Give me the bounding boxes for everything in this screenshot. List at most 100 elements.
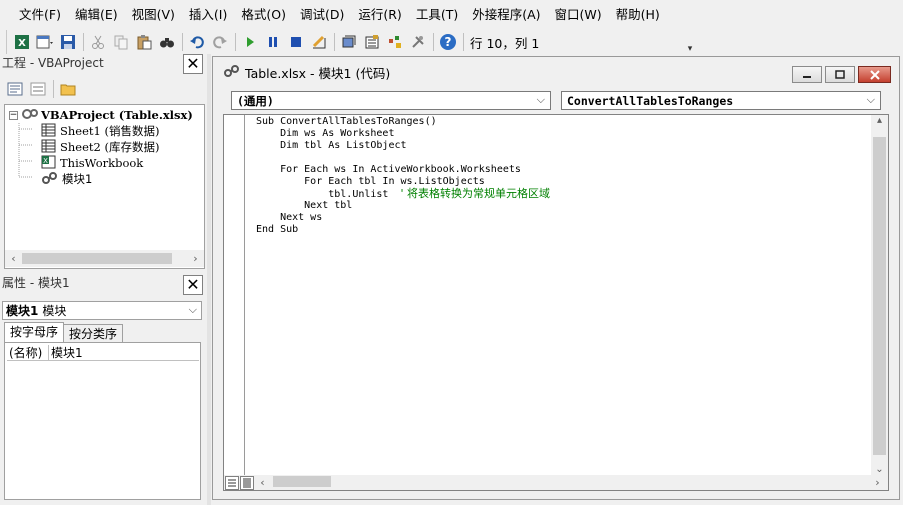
- run-icon[interactable]: [239, 31, 261, 53]
- code-text: Dim tbl As ListObject: [256, 140, 407, 151]
- menu-item[interactable]: 编辑(E): [68, 0, 125, 29]
- window-controls: [789, 66, 891, 83]
- code-line[interactable]: Next ws: [256, 212, 550, 224]
- tab-categorized[interactable]: 按分类序: [64, 324, 124, 342]
- minimize-button[interactable]: [792, 66, 822, 83]
- tree-item-thisworkbook[interactable]: X ThisWorkbook: [41, 155, 143, 171]
- worksheet-icon: [41, 139, 57, 156]
- code-text: Sub ConvertAllTablesToRanges(): [256, 116, 437, 127]
- paste-icon[interactable]: [133, 31, 155, 53]
- redo-icon[interactable]: [209, 31, 231, 53]
- property-value[interactable]: 模块1: [49, 345, 83, 360]
- scroll-right-icon[interactable]: ›: [187, 252, 204, 265]
- scroll-right-icon[interactable]: ›: [869, 476, 886, 489]
- insert-userform-icon[interactable]: [34, 31, 56, 53]
- toolbar-options-icon[interactable]: ▾: [685, 30, 695, 54]
- code-window-title: Table.xlsx - 模块1 (代码): [245, 65, 391, 81]
- excel-view-icon[interactable]: X: [11, 31, 33, 53]
- procedure-view-icon[interactable]: [225, 475, 239, 490]
- tree-item-sheet1[interactable]: Sheet1 (销售数据): [41, 123, 159, 139]
- panel-splitter[interactable]: [207, 54, 211, 505]
- code-line[interactable]: For Each ws In ActiveWorkbook.Worksheets: [256, 164, 550, 176]
- menu-item[interactable]: 视图(V): [125, 0, 182, 29]
- code-line[interactable]: Dim tbl As ListObject: [256, 140, 550, 152]
- scroll-up-icon[interactable]: ▴: [871, 115, 888, 126]
- reset-icon[interactable]: [285, 31, 307, 53]
- maximize-button[interactable]: [825, 66, 855, 83]
- save-icon[interactable]: [57, 31, 79, 53]
- code-vscrollbar[interactable]: ▴ ⌄: [871, 115, 888, 475]
- help-icon[interactable]: ?: [437, 31, 459, 53]
- properties-object-select[interactable]: 模块1 模块 ⌵: [2, 301, 202, 320]
- menu-item[interactable]: 文件(F): [12, 0, 68, 29]
- object-combo-value: (通用): [237, 93, 274, 108]
- tab-alphabetic[interactable]: 按字母序: [4, 322, 65, 342]
- view-code-icon[interactable]: [4, 78, 26, 100]
- break-icon[interactable]: [262, 31, 284, 53]
- code-text: Next tbl: [256, 200, 353, 211]
- properties-tabs: 按字母序 按分类序: [4, 322, 124, 342]
- menu-bar: 文件(F) 编辑(E) 视图(V) 插入(I) 格式(O) 调试(D) 运行(R) 工具(T)…: [0, 0, 903, 29]
- code-line[interactable]: tbl.Unlist ' 将表格转换为常规单元格区域: [256, 187, 551, 201]
- code-hscrollbar[interactable]: ‹ ›: [254, 475, 886, 490]
- design-mode-icon[interactable]: [308, 31, 330, 53]
- code-line[interactable]: Dim ws As Worksheet: [256, 128, 550, 140]
- code-comment: ' 将表格转换为常规单元格区域: [400, 187, 551, 200]
- toolbox-icon[interactable]: [407, 31, 429, 53]
- toggle-folders-icon[interactable]: [57, 78, 79, 100]
- code-line[interactable]: End Sub: [256, 224, 550, 236]
- tree-item-sheet2[interactable]: Sheet2 (库存数据): [41, 139, 159, 155]
- object-combo[interactable]: (通用) ⌵: [231, 91, 551, 110]
- code-line[interactable]: [256, 152, 550, 164]
- code-text: Dim ws As Worksheet: [256, 128, 395, 139]
- scroll-down-icon[interactable]: ⌄: [871, 464, 888, 475]
- toolbar-separator: [182, 33, 183, 51]
- tree-item-module1[interactable]: 模块1: [41, 171, 92, 187]
- property-row[interactable]: (名称) 模块1: [7, 345, 199, 361]
- code-margin-indicator-bar[interactable]: [224, 115, 245, 475]
- menu-item[interactable]: 调试(D): [293, 0, 351, 29]
- close-icon: [869, 69, 880, 80]
- menu-item[interactable]: 插入(I): [182, 0, 234, 29]
- module-icon: [223, 64, 241, 81]
- menu-item[interactable]: 窗口(W): [548, 0, 609, 29]
- project-explorer-icon[interactable]: [338, 31, 360, 53]
- code-lines[interactable]: Sub ConvertAllTablesToRanges() Dim ws As…: [256, 116, 550, 236]
- undo-icon[interactable]: [186, 31, 208, 53]
- view-object-icon[interactable]: [27, 78, 49, 100]
- property-key: (名称): [7, 345, 49, 360]
- project-tree-hscrollbar[interactable]: ‹ ›: [5, 250, 204, 267]
- collapse-icon[interactable]: −: [9, 110, 18, 120]
- properties-window-icon[interactable]: [361, 31, 383, 53]
- object-browser-icon[interactable]: [384, 31, 406, 53]
- minimize-icon: [803, 75, 811, 78]
- menu-item[interactable]: 外接程序(A): [465, 0, 547, 29]
- menu-item[interactable]: 工具(T): [409, 0, 465, 29]
- scroll-left-icon[interactable]: ‹: [5, 252, 22, 265]
- module-icon: [41, 171, 59, 188]
- chevron-down-icon: ⌵: [188, 303, 197, 316]
- project-panel-title: 工程 - VBAProject: [2, 56, 104, 70]
- object-type: 模块: [42, 304, 67, 318]
- menu-item[interactable]: 帮助(H): [609, 0, 667, 29]
- tree-item-label: 模块1: [62, 172, 93, 186]
- menu-item[interactable]: 格式(O): [234, 0, 293, 29]
- tree-item-vbaproject[interactable]: − VBAProject (Table.xlsx): [9, 107, 193, 123]
- procedure-combo[interactable]: ConvertAllTablesToRanges ⌵: [561, 91, 881, 110]
- tree-item-label: VBAProject (Table.xlsx): [41, 108, 193, 122]
- code-line[interactable]: Next tbl: [256, 200, 550, 212]
- full-module-view-icon[interactable]: [240, 475, 254, 490]
- menu-item[interactable]: 运行(R): [351, 0, 408, 29]
- properties-panel-close-icon[interactable]: ✕: [183, 275, 203, 295]
- find-icon[interactable]: [156, 31, 178, 53]
- cut-icon[interactable]: [87, 31, 109, 53]
- code-text: End Sub: [256, 224, 299, 235]
- close-button[interactable]: [858, 66, 891, 83]
- code-editor[interactable]: Sub ConvertAllTablesToRanges() Dim ws As…: [223, 114, 889, 491]
- toolbar-separator: [463, 33, 464, 51]
- code-line[interactable]: Sub ConvertAllTablesToRanges(): [256, 116, 550, 128]
- project-panel-close-icon[interactable]: ✕: [183, 54, 203, 74]
- toolbar-separator: [334, 33, 335, 51]
- scroll-left-icon[interactable]: ‹: [254, 476, 271, 489]
- copy-icon[interactable]: [110, 31, 132, 53]
